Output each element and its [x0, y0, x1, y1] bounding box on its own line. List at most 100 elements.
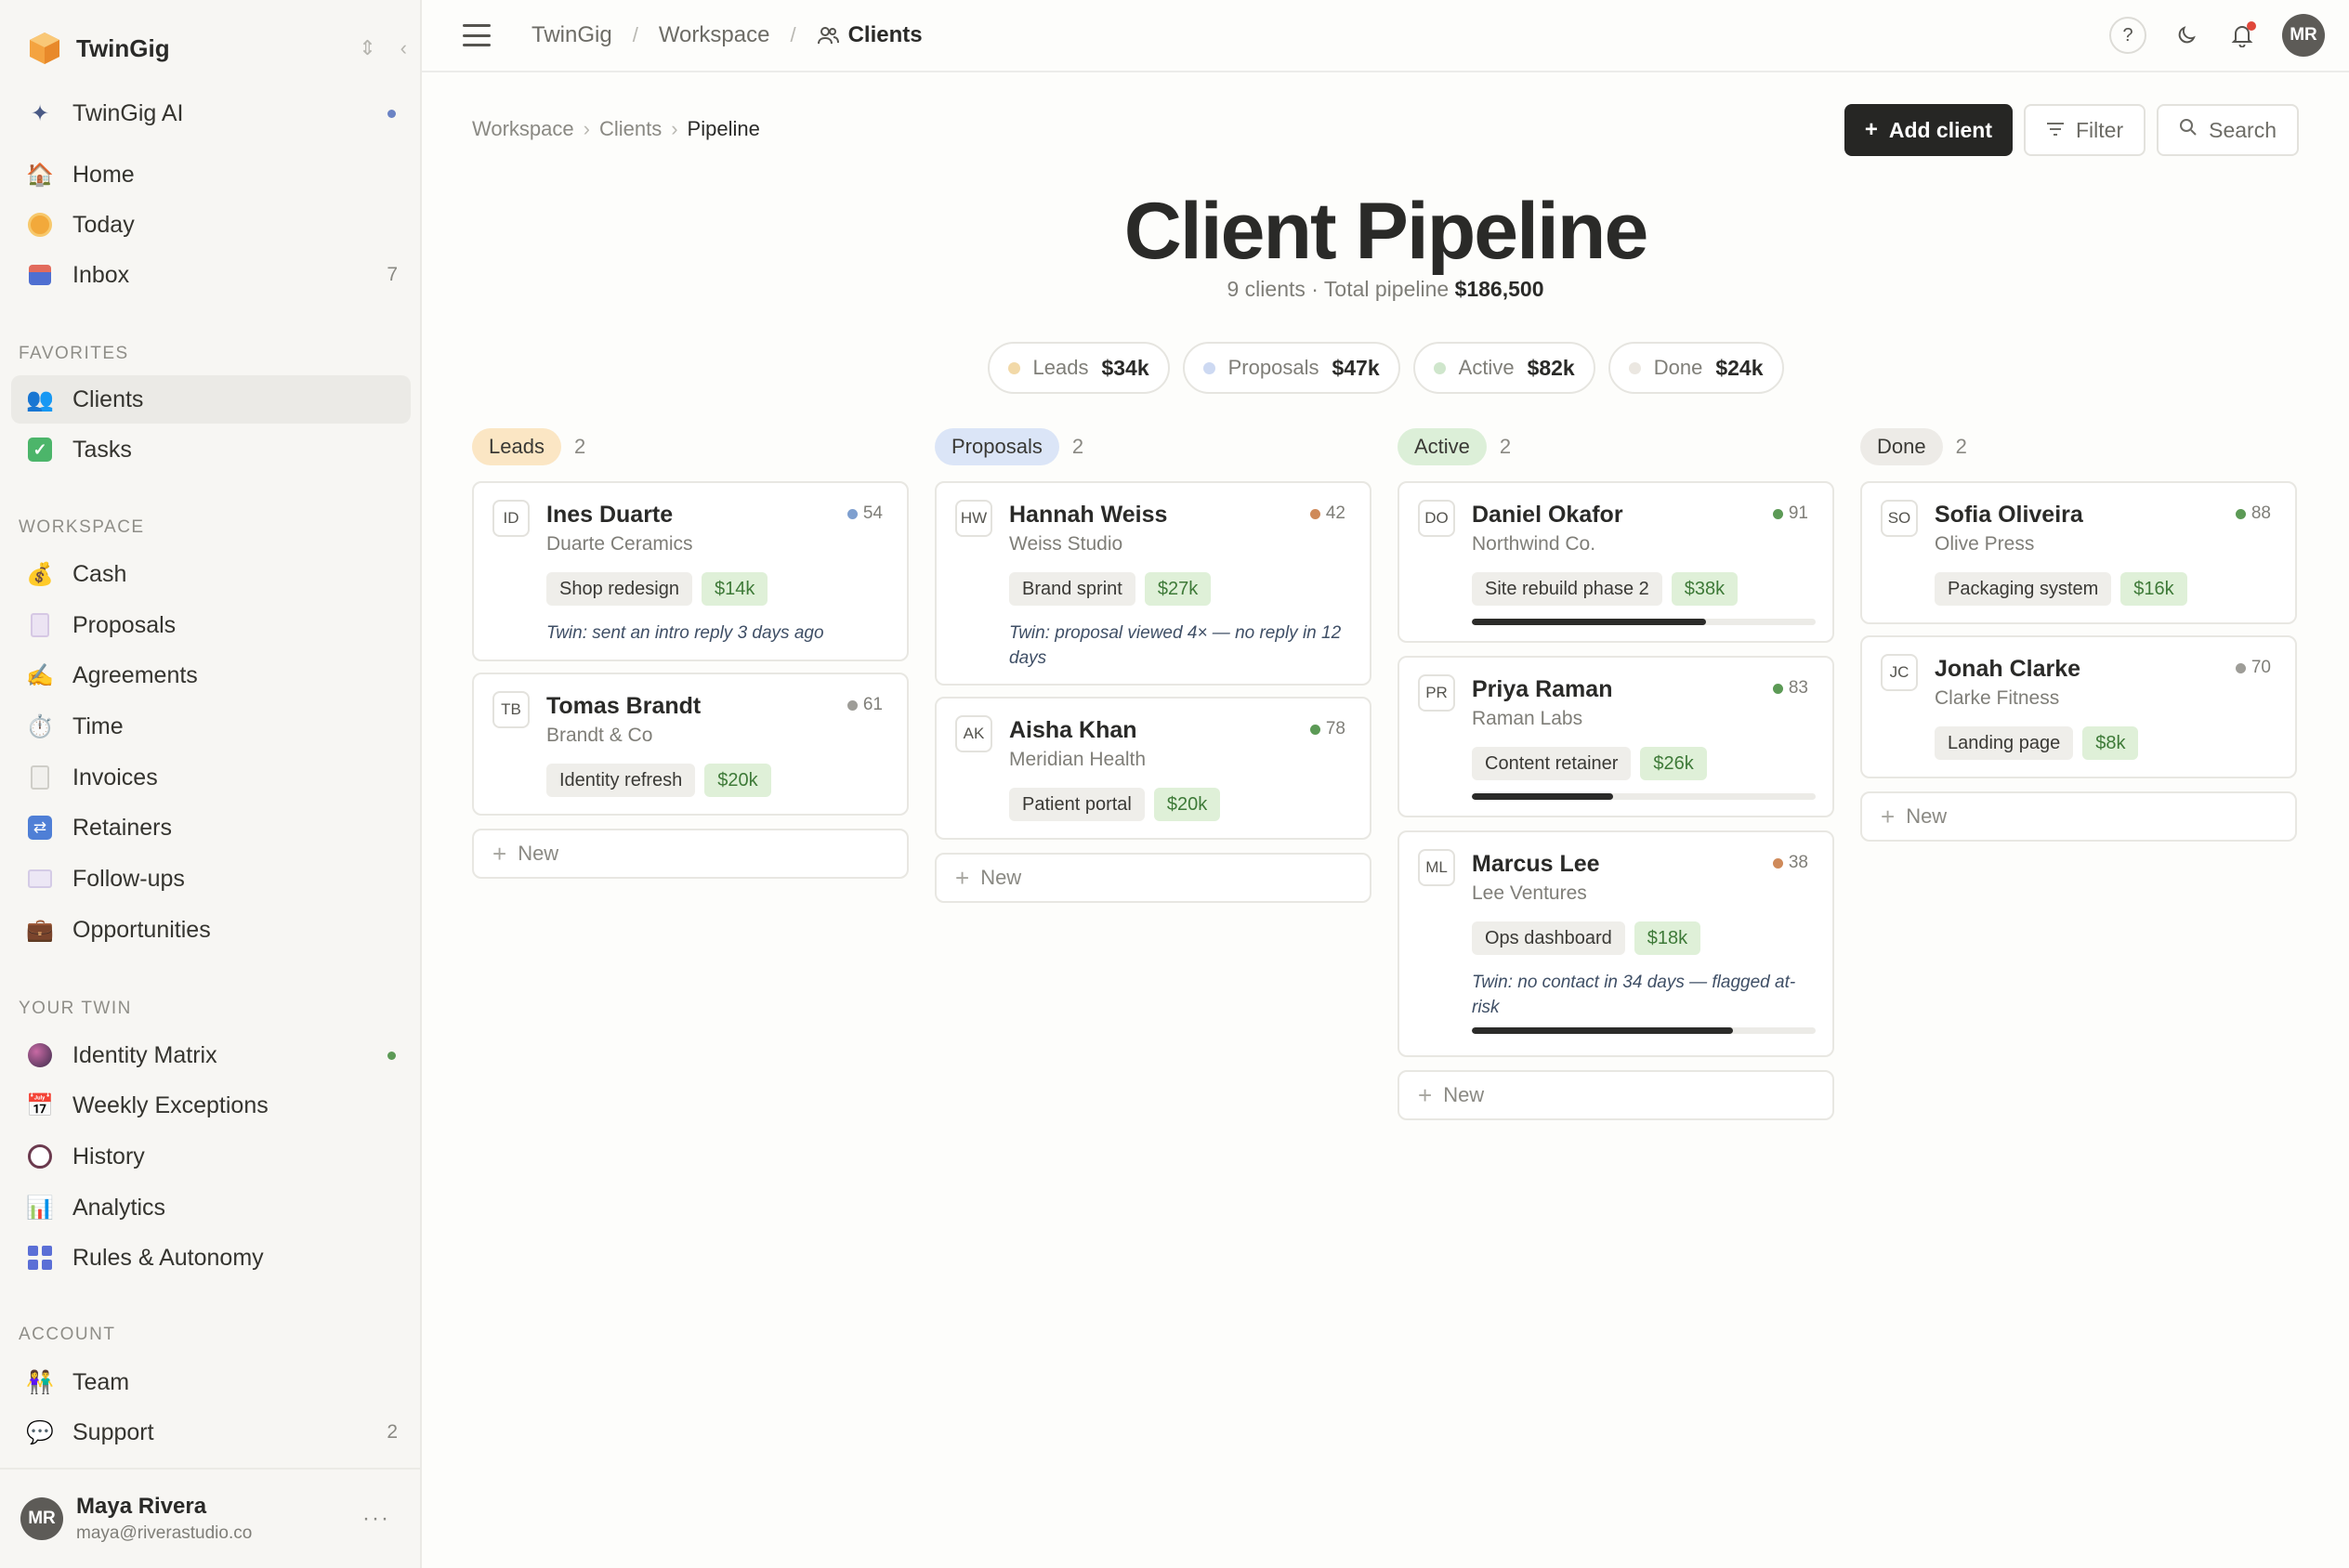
client-card[interactable]: DO Daniel Okafor Northwind Co. 91 Site rebui… — [1398, 481, 1834, 643]
summary-pill-active[interactable]: Active $82k — [1412, 342, 1595, 394]
client-card[interactable]: ML Marcus Lee Lee Ventures 38 Ops dashboard $… — [1398, 830, 1834, 1057]
sidebar-item-inbox[interactable]: Inbox 7 — [11, 251, 411, 299]
new-card-button[interactable]: + New — [1398, 1070, 1834, 1120]
subcrumb-workspace[interactable]: Workspace — [472, 117, 574, 141]
client-card[interactable]: AK Aisha Khan Meridian Health 78 Patient por… — [935, 697, 1371, 840]
chevron-right-icon: › — [583, 117, 590, 140]
sidebar-item-identity-matrix[interactable]: Identity Matrix — [11, 1031, 411, 1079]
card-tags: Shop redesign $14k — [546, 572, 768, 606]
summary-pill-proposals[interactable]: Proposals $47k — [1182, 342, 1400, 394]
sidebar-item-invoices[interactable]: Invoices — [11, 753, 411, 802]
add-client-button[interactable]: + Add client — [1844, 104, 2013, 156]
stage-tag[interactable]: Done — [1860, 428, 1943, 465]
client-card[interactable]: PR Priya Raman Raman Labs 83 Content retaine… — [1398, 656, 1834, 817]
score-dot — [1772, 683, 1783, 694]
sidebar-item-history[interactable]: History — [11, 1132, 411, 1181]
summary-pill-done[interactable]: Done $24k — [1608, 342, 1784, 394]
stage-tag[interactable]: Proposals — [935, 428, 1059, 465]
project-chip: Patient portal — [1009, 788, 1145, 821]
score-dot — [1309, 724, 1320, 735]
client-company: Northwind Co. — [1472, 533, 1596, 555]
filter-button[interactable]: Filter — [2024, 104, 2146, 156]
bell-icon[interactable] — [2226, 20, 2258, 51]
sidebar-item-opportunities[interactable]: 💼 Opportunities — [11, 906, 411, 954]
sidebar-item-label: TwinGig AI — [72, 99, 184, 126]
summary-pill-leads[interactable]: Leads $34k — [987, 342, 1170, 394]
health-score: 88 — [2235, 503, 2271, 524]
progress-fill — [1472, 619, 1706, 625]
score-value: 83 — [1788, 678, 1808, 698]
sidebar-item-home[interactable]: 🏠 Home — [11, 150, 411, 199]
client-name: Hannah Weiss — [1009, 502, 1168, 528]
project-chip: Packaging system — [1935, 572, 2112, 606]
subcrumb-clients[interactable]: Clients — [599, 117, 662, 141]
avatar[interactable]: MR — [2282, 14, 2325, 57]
sidebar-item-today[interactable]: Today — [11, 201, 411, 249]
card-tags: Content retainer $26k — [1472, 747, 1707, 780]
client-card[interactable]: SO Sofia Oliveira Olive Press 88 Packaging s… — [1860, 481, 2297, 624]
chevron-updown-icon[interactable]: ⇕ — [359, 36, 375, 60]
sidebar-item-follow-ups[interactable]: Follow-ups — [11, 855, 411, 903]
progress-fill — [1472, 793, 1613, 800]
sidebar-item-weekly-exceptions[interactable]: 📅 Weekly Exceptions — [11, 1081, 411, 1130]
help-icon[interactable]: ? — [2109, 17, 2146, 54]
menu-icon[interactable] — [463, 24, 491, 46]
client-card[interactable]: HW Hannah Weiss Weiss Studio 42 Brand sprint… — [935, 481, 1371, 686]
stage-dot — [1433, 361, 1446, 374]
search-button[interactable]: Search — [2157, 104, 2299, 156]
plus-icon: + — [1864, 117, 1878, 142]
more-icon[interactable]: ··· — [362, 1506, 390, 1532]
column-count: 2 — [1071, 435, 1084, 458]
sidebar-item-time[interactable]: ⏱️ Time — [11, 702, 411, 751]
twin-note: Twin: no contact in 34 days — flagged at… — [1472, 973, 1796, 1017]
project-chip: Brand sprint — [1009, 572, 1135, 606]
column-leads: Leads 2 ID Ines Duarte Duarte Ceramics 54 Shop… — [472, 425, 909, 879]
sidebar-item-tasks[interactable]: ✓ Tasks — [11, 425, 411, 474]
sidebar-item-label: Opportunities — [72, 916, 211, 943]
summary-value: $82k — [1527, 355, 1575, 380]
breadcrumb-workspace[interactable]: Workspace — [659, 22, 770, 48]
sidebar-item-twingig-ai[interactable]: ✦ TwinGig AI — [11, 89, 411, 137]
client-card[interactable]: JC Jonah Clarke Clarke Fitness 70 Landing pa… — [1860, 635, 2297, 778]
twin-note: Twin: proposal viewed 4× — no reply in 1… — [1009, 623, 1342, 668]
progress-fill — [1472, 1027, 1734, 1034]
sidebar-item-analytics[interactable]: 📊 Analytics — [11, 1183, 411, 1232]
breadcrumb-twingig[interactable]: TwinGig — [531, 22, 612, 48]
new-label: New — [1443, 1083, 1485, 1106]
score-dot — [1772, 857, 1783, 869]
collapse-sidebar-icon[interactable]: ‹ — [400, 36, 407, 60]
new-card-button[interactable]: + New — [935, 853, 1371, 903]
workspace-switcher[interactable]: TwinGig ⇕ ‹ — [26, 26, 407, 71]
sidebar-item-proposals[interactable]: Proposals — [11, 601, 411, 649]
moon-icon[interactable] — [2171, 20, 2202, 51]
score-dot — [1309, 508, 1320, 519]
score-value: 42 — [1325, 503, 1345, 523]
breadcrumb-clients[interactable]: Clients — [817, 22, 923, 48]
handwriting-icon: ✍️ — [26, 662, 54, 688]
notification-dot — [2247, 21, 2256, 31]
user-profile[interactable]: MR Maya Rivera maya@riverastudio.co ··· — [0, 1468, 420, 1568]
sidebar-item-clients[interactable]: 👥 Clients — [11, 375, 411, 424]
new-card-button[interactable]: + New — [472, 829, 909, 879]
sidebar-item-team[interactable]: 👫 Team — [11, 1358, 411, 1406]
sidebar-item-label: Team — [72, 1368, 130, 1395]
main-content: TwinGig / Workspace / Clients ? MR Works… — [422, 0, 2349, 1568]
stage-tag[interactable]: Active — [1398, 428, 1487, 465]
client-card[interactable]: ID Ines Duarte Duarte Ceramics 54 Shop redes… — [472, 481, 909, 661]
plus-icon: + — [955, 863, 970, 892]
sidebar-item-rules-autonomy[interactable]: Rules & Autonomy — [11, 1234, 411, 1282]
workspace-heading: WORKSPACE — [19, 517, 145, 537]
sidebar-item-cash[interactable]: 💰 Cash — [11, 550, 411, 598]
new-card-button[interactable]: + New — [1860, 791, 2297, 842]
sidebar-item-label: Identity Matrix — [72, 1041, 217, 1068]
client-card[interactable]: TB Tomas Brandt Brandt & Co 61 Identity refr… — [472, 673, 909, 816]
value-chip: $20k — [704, 764, 771, 797]
sidebar-item-support[interactable]: 💬 Support 2 — [11, 1408, 411, 1457]
stage-tag[interactable]: Leads — [472, 428, 561, 465]
sidebar-item-label: Today — [72, 211, 135, 238]
subcrumb-pipeline[interactable]: Pipeline — [688, 117, 760, 141]
score-dot — [846, 508, 858, 519]
sidebar-item-agreements[interactable]: ✍️ Agreements — [11, 651, 411, 699]
sidebar-item-retainers[interactable]: ⇄ Retainers — [11, 804, 411, 852]
clock-icon — [26, 1143, 54, 1170]
